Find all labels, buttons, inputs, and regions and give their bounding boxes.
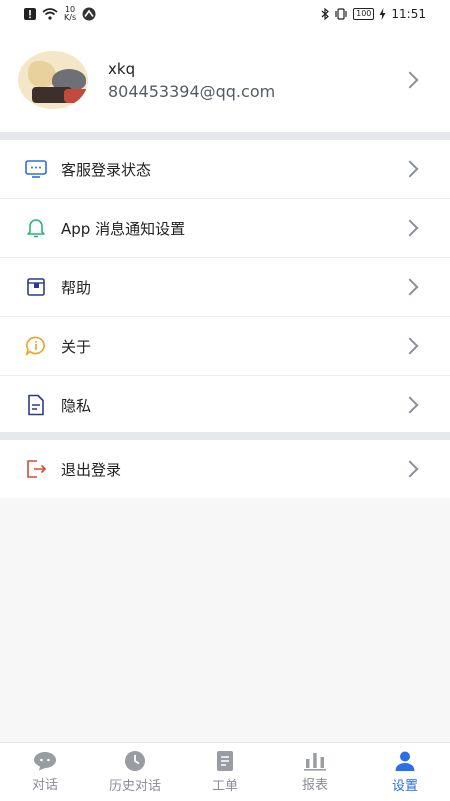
info-bubble-icon [24,334,48,358]
tab-label: 历史对话 [108,779,161,794]
app-notification-icon [82,7,96,21]
tab-label: 设置 [391,779,418,794]
chevron-right-icon [401,460,419,478]
ticket-icon [217,751,233,771]
chevron-right-icon [401,396,419,414]
menu-item-logout[interactable]: 退出登录 [0,440,450,498]
tab-settings[interactable]: 设置 [360,743,450,801]
tab-history-chat[interactable]: 历史对话 [90,743,180,801]
charging-icon [379,8,386,20]
network-speed: 10 K/s [64,6,76,22]
tab-label: 报表 [301,778,328,793]
tab-reports[interactable]: 报表 [270,743,360,801]
tab-label: 对话 [31,778,58,793]
bottom-tab-bar: 对话 历史对话 工单 报表 设置 [0,742,450,801]
settings-menu: 客服登录状态 App 消息通知设置 帮助 关于 隐私 [0,140,450,434]
status-bar: 10 K/s 100 11:51 [0,0,450,28]
monitor-icon [24,157,48,181]
menu-item-label: App 消息通知设置 [61,219,186,238]
user-email: 804453394@qq.com [108,81,276,101]
chevron-right-icon [401,337,419,355]
username: xkq [108,59,136,78]
bluetooth-icon [321,8,330,20]
menu-item-privacy[interactable]: 隐私 [0,376,450,434]
chevron-right-icon [401,278,419,296]
menu-item-label: 客服登录状态 [61,160,152,179]
profile-card[interactable]: xkq 804453394@qq.com [0,28,450,132]
section-divider [0,432,450,440]
section-divider [0,132,450,140]
clock-icon [125,751,145,771]
tab-tickets[interactable]: 工单 [180,743,270,801]
logout-menu: 退出登录 [0,440,450,498]
wifi-icon [42,8,58,20]
battery-indicator: 100 [353,8,375,20]
document-icon [24,393,48,417]
vibrate-icon [335,8,347,20]
profile-info: xkq 804453394@qq.com [108,60,404,101]
chevron-right-icon [401,71,419,89]
status-left: 10 K/s [0,6,96,22]
menu-item-agent-login-status[interactable]: 客服登录状态 [0,140,450,199]
avatar[interactable] [18,51,88,109]
logout-icon [24,457,48,481]
help-box-icon [24,275,48,299]
menu-item-app-notification-settings[interactable]: App 消息通知设置 [0,199,450,258]
network-speed-unit: K/s [64,13,77,22]
menu-item-help[interactable]: 帮助 [0,258,450,317]
bell-icon [24,216,48,240]
chat-icon [34,752,56,771]
menu-item-label: 退出登录 [61,460,122,479]
menu-item-about[interactable]: 关于 [0,317,450,376]
chevron-right-icon [401,219,419,237]
tab-label: 工单 [211,779,238,794]
clock-time: 11:51 [391,7,426,21]
menu-item-label: 隐私 [61,396,92,415]
menu-item-label: 关于 [61,337,92,356]
notification-alert-icon [24,8,36,20]
chevron-right-icon [401,160,419,178]
person-icon [395,751,415,771]
tab-chat[interactable]: 对话 [0,743,90,801]
status-right: 100 11:51 [321,7,450,21]
menu-item-label: 帮助 [61,278,92,297]
bar-chart-icon [304,753,326,771]
